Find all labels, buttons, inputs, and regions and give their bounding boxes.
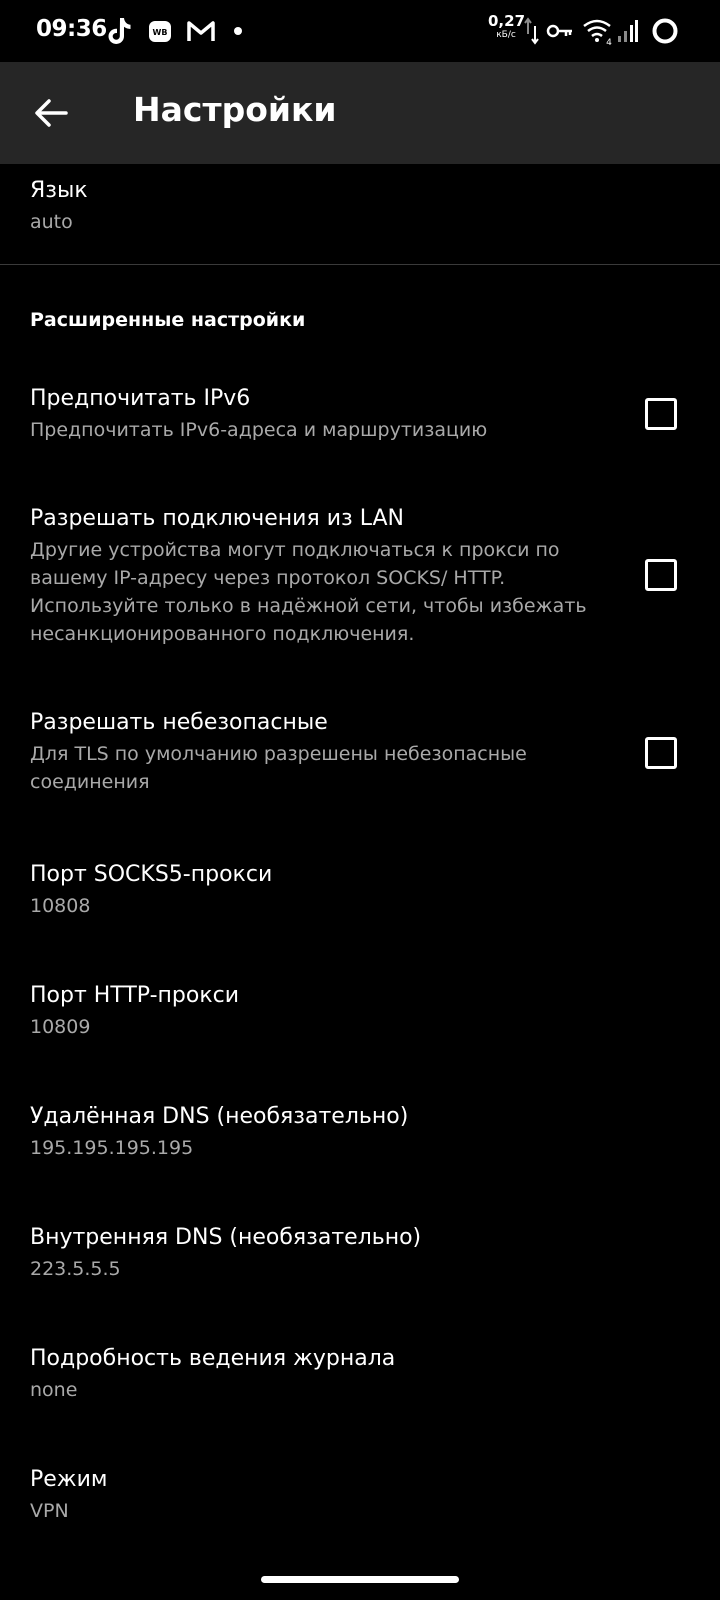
language-title: Язык [30,178,88,203]
allow-lan-title: Разрешать подключения из LAN [30,506,404,531]
domestic-dns-value: 223.5.5.5 [30,1258,121,1280]
prefer-ipv6-setting[interactable]: Предпочитать IPv6 Предпочитать IPv6-адре… [30,384,590,444]
gmail-icon [187,21,215,41]
http-port-title: Порт HTTP-прокси [30,983,240,1008]
allow-insecure-checkbox[interactable] [645,737,677,769]
allow-lan-checkbox[interactable] [645,559,677,591]
divider [0,264,720,265]
mode-title: Режим [30,1467,108,1492]
status-time: 09:36 [36,16,107,42]
log-level-setting[interactable]: Подробность ведения журнала none [30,1344,590,1404]
gesture-nav-handle[interactable] [261,1576,459,1583]
tiktok-icon [108,18,131,44]
prefer-ipv6-title: Предпочитать IPv6 [30,386,251,411]
dot-icon [234,27,242,35]
data-arrows-icon [524,17,539,45]
allow-lan-setting[interactable]: Разрешать подключения из LAN Другие устр… [30,504,590,648]
domestic-dns-setting[interactable]: Внутренняя DNS (необязательно) 223.5.5.5 [30,1223,590,1283]
mode-value: VPN [30,1500,69,1522]
http-port-setting[interactable]: Порт HTTP-прокси 10809 [30,981,590,1041]
wifi-icon: 4 [583,19,612,48]
net-speed-unit: кБ/с [496,30,516,40]
allow-lan-summary: Другие устройства могут подключаться к п… [30,539,587,645]
allow-insecure-summary: Для TLS по умолчанию разрешены небезопас… [30,743,527,793]
socks-port-value: 10808 [30,895,91,917]
battery-ring-icon [652,18,678,44]
net-speed-value: 0,27 [488,12,526,30]
back-button[interactable] [24,86,78,140]
remote-dns-setting[interactable]: Удалённая DNS (необязательно) 195.195.19… [30,1102,590,1162]
http-port-value: 10809 [30,1016,91,1038]
advanced-settings-header: Расширенные настройки [30,309,306,331]
remote-dns-value: 195.195.195.195 [30,1137,194,1159]
allow-insecure-setting[interactable]: Разрешать небезопасные Для TLS по умолча… [30,708,590,796]
remote-dns-title: Удалённая DNS (необязательно) [30,1104,409,1129]
log-level-title: Подробность ведения журнала [30,1346,396,1371]
status-bar: 09:36 WB 0,27 кБ/с 4 [0,0,720,62]
wifi-badge: 4 [606,38,612,48]
signal-icon [618,20,638,42]
socks-port-title: Порт SOCKS5-прокси [30,862,273,887]
prefer-ipv6-checkbox[interactable] [645,398,677,430]
vpn-key-icon [546,24,572,38]
prefer-ipv6-summary: Предпочитать IPv6-адреса и маршрутизацию [30,419,488,441]
wb-icon: WB [149,21,171,42]
language-setting[interactable]: Язык auto [30,176,590,236]
allow-insecure-title: Разрешать небезопасные [30,710,328,735]
arrow-back-icon [35,99,68,127]
language-value: auto [30,211,73,233]
svg-text:WB: WB [153,28,168,37]
net-speed: 0,27 кБ/с [488,12,526,40]
domestic-dns-title: Внутренняя DNS (необязательно) [30,1225,422,1250]
app-bar: Настройки [0,62,720,164]
socks-port-setting[interactable]: Порт SOCKS5-прокси 10808 [30,860,590,920]
mode-setting[interactable]: Режим VPN [30,1465,590,1525]
log-level-value: none [30,1379,78,1401]
page-title: Настройки [133,90,337,129]
